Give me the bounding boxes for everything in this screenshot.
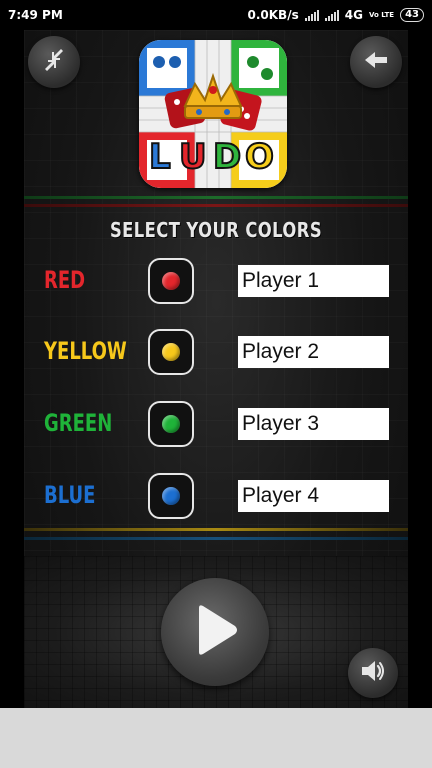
player-row-blue: BLUE [24, 469, 408, 523]
player-row-green: GREEN [24, 397, 408, 451]
color-label-red: RED [44, 266, 86, 294]
status-time: 7:49 PM [8, 8, 63, 22]
collapse-button[interactable] [28, 36, 80, 88]
blue-dot-icon [162, 487, 180, 505]
divider-blue [24, 537, 408, 540]
system-nav-bar [0, 708, 432, 768]
player-row-red: RED [24, 254, 408, 308]
collapse-arrows-icon [39, 45, 69, 79]
divider-green [24, 196, 408, 199]
color-select-green[interactable] [148, 401, 194, 447]
sound-button[interactable] [348, 648, 398, 698]
back-button[interactable] [350, 36, 402, 88]
play-icon [189, 602, 241, 662]
color-select-yellow[interactable] [148, 329, 194, 375]
yellow-dot-icon [162, 343, 180, 361]
color-label-blue: BLUE [44, 481, 96, 509]
svg-text:D: D [213, 137, 241, 177]
player-1-name-input[interactable] [238, 265, 389, 297]
play-button[interactable] [161, 578, 269, 686]
back-arrow-icon [361, 45, 391, 79]
player-row-yellow: YELLOW [24, 325, 408, 379]
color-label-green: GREEN [44, 409, 113, 437]
player-2-name-input[interactable] [238, 336, 389, 368]
svg-text:O: O [245, 137, 274, 177]
network-type: 4G [344, 8, 363, 22]
player-3-name-input[interactable] [238, 408, 389, 440]
green-dot-icon [162, 415, 180, 433]
signal-icon [304, 9, 319, 21]
speaker-icon [359, 657, 387, 689]
ludo-logo: L U D O [139, 40, 287, 188]
status-bar: 7:49 PM 0.0KB/s 4G Vo LTE 43 [0, 0, 432, 30]
red-dot-icon [162, 272, 180, 290]
svg-text:L: L [149, 137, 171, 177]
color-select-red[interactable] [148, 258, 194, 304]
volte-icon: Vo LTE [368, 10, 395, 19]
network-speed: 0.0KB/s [247, 8, 299, 22]
battery-indicator: 43 [400, 8, 424, 22]
status-indicators: 0.0KB/s 4G Vo LTE 43 [247, 8, 424, 22]
color-select-blue[interactable] [148, 473, 194, 519]
signal-icon-2 [324, 9, 339, 21]
color-label-yellow: YELLOW [44, 337, 127, 365]
svg-text:U: U [179, 137, 207, 177]
divider-yellow [24, 528, 408, 531]
divider-red [24, 204, 408, 207]
player-4-name-input[interactable] [238, 480, 389, 512]
section-title: SELECT YOUR COLORS [109, 218, 323, 242]
